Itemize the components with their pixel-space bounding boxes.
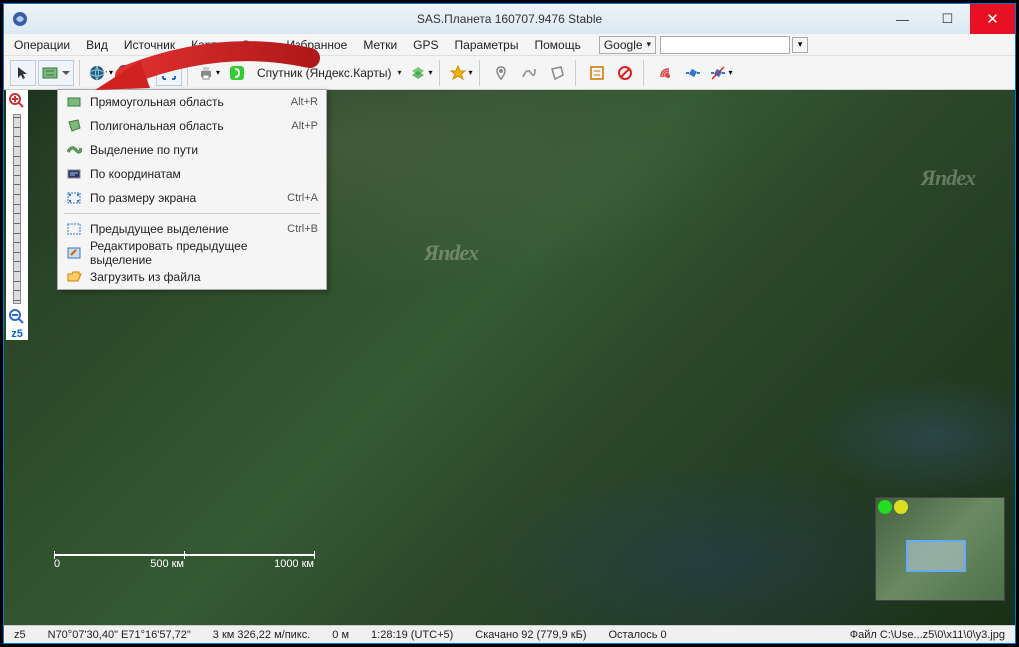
scale-bar: 0 500 км 1000 км bbox=[54, 554, 314, 570]
annotation-arrow bbox=[80, 28, 320, 98]
zoom-level-label: z5 bbox=[11, 328, 23, 340]
dropdown-item-load[interactable]: Загрузить из файла bbox=[58, 265, 326, 289]
search-dropdown-button[interactable]: ▾ bbox=[792, 37, 808, 53]
status-zoom: z5 bbox=[8, 629, 32, 641]
path-select-icon bbox=[66, 142, 82, 158]
coords-select-icon bbox=[66, 166, 82, 182]
path-tool[interactable] bbox=[516, 60, 542, 86]
status-bar: z5 N70°07'30,40" E71°16'57,72" 3 км 326,… bbox=[4, 625, 1015, 643]
zoom-slider[interactable] bbox=[13, 114, 21, 304]
pointer-tool[interactable] bbox=[10, 60, 36, 86]
folder-open-icon bbox=[66, 269, 82, 285]
satellite-tool-2[interactable]: ▾ bbox=[708, 60, 734, 86]
gps-connect-tool[interactable] bbox=[652, 60, 678, 86]
app-icon bbox=[12, 11, 28, 27]
dropdown-item-prev[interactable]: Предыдущее выделение Ctrl+B bbox=[58, 217, 326, 241]
screen-select-icon bbox=[66, 190, 82, 206]
scale-label: 0 bbox=[54, 558, 60, 570]
status-resolution: 3 км 326,22 м/пикс. bbox=[207, 629, 317, 641]
menu-help[interactable]: Помощь bbox=[528, 36, 586, 54]
status-remaining: Осталось 0 bbox=[602, 629, 672, 641]
zoom-panel: z5 bbox=[6, 90, 28, 340]
minimap-sync-icon[interactable] bbox=[878, 500, 892, 514]
menu-settings[interactable]: Параметры bbox=[449, 36, 525, 54]
menu-placemarks[interactable]: Метки bbox=[357, 36, 403, 54]
minimize-button[interactable]: — bbox=[880, 4, 925, 34]
window-controls: — ☐ ✕ bbox=[880, 4, 1015, 34]
forbid-tool[interactable] bbox=[612, 60, 638, 86]
dropdown-item-path[interactable]: Выделение по пути bbox=[58, 138, 326, 162]
dropdown-item-screen[interactable]: По размеру экрана Ctrl+A bbox=[58, 186, 326, 210]
minimap-layer-icon[interactable] bbox=[894, 500, 908, 514]
search-provider-dropdown[interactable]: Google bbox=[599, 36, 656, 54]
status-downloaded: Скачано 92 (779,9 кБ) bbox=[469, 629, 592, 641]
maximize-button[interactable]: ☐ bbox=[925, 4, 970, 34]
selection-dropdown-menu: Прямоугольная область Alt+R Полигональна… bbox=[57, 89, 327, 290]
favorite-tool[interactable]: ▾ bbox=[448, 60, 474, 86]
search-group: Google ▾ bbox=[599, 36, 808, 54]
dropdown-separator bbox=[64, 213, 320, 214]
placemark-tool[interactable] bbox=[488, 60, 514, 86]
dropdown-item-edit[interactable]: Редактировать предыдущее выделение bbox=[58, 241, 326, 265]
minimap[interactable] bbox=[875, 497, 1005, 601]
polygon-tool[interactable] bbox=[544, 60, 570, 86]
scale-label: 500 км bbox=[150, 558, 184, 570]
prev-select-icon bbox=[66, 221, 82, 237]
minimap-viewport-rect bbox=[906, 540, 966, 572]
close-button[interactable]: ✕ bbox=[970, 4, 1015, 34]
status-coords: N70°07'30,40" E71°16'57,72" bbox=[42, 629, 197, 641]
edit-select-icon bbox=[66, 245, 82, 261]
layers-tool[interactable]: ▾ bbox=[408, 60, 434, 86]
dropdown-item-poly[interactable]: Полигональная область Alt+P bbox=[58, 114, 326, 138]
menu-operations[interactable]: Операции bbox=[8, 36, 76, 54]
status-time: 1:28:19 (UTC+5) bbox=[365, 629, 459, 641]
manage-marks-tool[interactable] bbox=[584, 60, 610, 86]
poly-select-icon bbox=[66, 118, 82, 134]
selection-tool[interactable] bbox=[38, 60, 74, 86]
status-file: Файл C:\Use...z5\0\x11\0\y3.jpg bbox=[844, 629, 1011, 641]
dropdown-item-coords[interactable]: По координатам bbox=[58, 162, 326, 186]
watermark: Яndex bbox=[424, 240, 478, 266]
zoom-out-button[interactable] bbox=[8, 308, 26, 326]
window-title: SAS.Планета 160707.9476 Stable bbox=[417, 12, 602, 26]
search-input[interactable] bbox=[660, 36, 790, 54]
status-elevation: 0 м bbox=[326, 629, 355, 641]
satellite-tool-1[interactable] bbox=[680, 60, 706, 86]
watermark: Яndex bbox=[921, 165, 975, 191]
zoom-in-button[interactable] bbox=[8, 92, 26, 110]
menu-gps[interactable]: GPS bbox=[407, 36, 444, 54]
scale-label: 1000 км bbox=[274, 558, 314, 570]
